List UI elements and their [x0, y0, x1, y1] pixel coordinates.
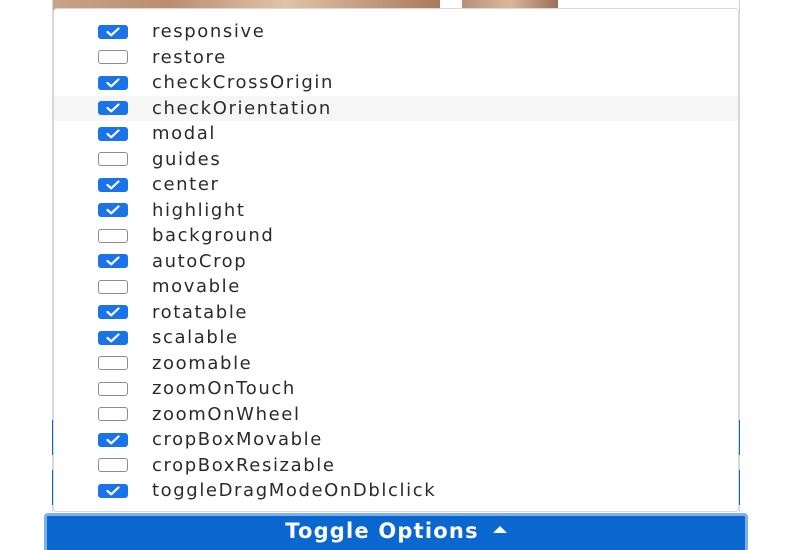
toggle-options-button[interactable]: Toggle Options — [44, 513, 748, 550]
checkbox-unchecked[interactable] — [98, 381, 128, 396]
checkmark-icon — [106, 486, 120, 496]
option-label: guides — [152, 148, 222, 170]
options-dropdown-menu: responsive restore checkCrossOrigin checkOr… — [53, 8, 739, 512]
option-item[interactable]: restore — [54, 45, 738, 71]
option-label: restore — [152, 46, 227, 68]
checkbox-checked[interactable] — [98, 305, 128, 320]
checkbox-checked[interactable] — [98, 177, 128, 192]
option-item[interactable]: scalable — [54, 325, 738, 351]
option-label: cropBoxResizable — [152, 454, 336, 476]
option-item[interactable]: rotatable — [54, 300, 738, 326]
option-label: responsive — [152, 21, 266, 43]
option-label: cropBoxMovable — [152, 429, 323, 451]
checkmark-icon — [106, 180, 120, 190]
option-item[interactable]: movable — [54, 274, 738, 300]
option-item[interactable]: responsive — [54, 19, 738, 45]
checkbox-checked[interactable] — [98, 432, 128, 447]
option-label: rotatable — [152, 301, 249, 323]
checkbox-checked[interactable] — [98, 101, 128, 116]
option-label: center — [152, 174, 220, 196]
checkmark-icon — [106, 307, 120, 317]
checkbox-checked[interactable] — [98, 330, 128, 345]
option-item[interactable]: center — [54, 172, 738, 198]
checkbox-checked[interactable] — [98, 75, 128, 90]
option-label: modal — [152, 123, 217, 145]
caret-up-icon — [492, 525, 507, 533]
option-item[interactable]: checkOrientation — [54, 95, 738, 121]
checkbox-unchecked[interactable] — [98, 279, 128, 294]
option-item[interactable]: autoCrop — [54, 249, 738, 275]
stage: responsive restore checkCrossOrigin checkOr… — [0, 0, 795, 550]
option-item[interactable]: toggleDragModeOnDblclick — [54, 478, 738, 504]
option-label: zoomable — [152, 352, 253, 374]
checkbox-unchecked[interactable] — [98, 152, 128, 167]
checkmark-icon — [106, 129, 120, 139]
option-label: background — [152, 225, 275, 247]
option-item[interactable]: guides — [54, 147, 738, 173]
checkmark-icon — [106, 435, 120, 445]
checkbox-checked[interactable] — [98, 254, 128, 269]
option-label: toggleDragModeOnDblclick — [152, 480, 437, 502]
checkbox-unchecked[interactable] — [98, 407, 128, 422]
option-item[interactable]: highlight — [54, 198, 738, 224]
option-item[interactable]: zoomable — [54, 351, 738, 377]
checkbox-unchecked[interactable] — [98, 50, 128, 65]
checkbox-checked[interactable] — [98, 24, 128, 39]
option-label: movable — [152, 276, 241, 298]
checkbox-checked[interactable] — [98, 483, 128, 498]
checkbox-unchecked[interactable] — [98, 228, 128, 243]
checkmark-icon — [106, 333, 120, 343]
option-item[interactable]: modal — [54, 121, 738, 147]
checkbox-checked[interactable] — [98, 203, 128, 218]
option-item[interactable]: zoomOnTouch — [54, 376, 738, 402]
checkmark-icon — [106, 27, 120, 37]
checkmark-icon — [106, 78, 120, 88]
checkmark-icon — [106, 205, 120, 215]
option-item[interactable]: zoomOnWheel — [54, 402, 738, 428]
option-item[interactable]: cropBoxResizable — [54, 453, 738, 479]
option-label: zoomOnWheel — [152, 403, 301, 425]
option-item[interactable]: checkCrossOrigin — [54, 70, 738, 96]
checkbox-checked[interactable] — [98, 126, 128, 141]
checkmark-icon — [106, 103, 120, 113]
toggle-options-label: Toggle Options — [285, 519, 479, 543]
option-label: checkCrossOrigin — [152, 72, 335, 94]
checkbox-unchecked[interactable] — [98, 356, 128, 371]
option-label: zoomOnTouch — [152, 378, 296, 400]
option-item[interactable]: background — [54, 223, 738, 249]
option-label: scalable — [152, 327, 239, 349]
option-label: checkOrientation — [152, 97, 332, 119]
option-label: autoCrop — [152, 250, 248, 272]
option-item[interactable]: cropBoxMovable — [54, 427, 738, 453]
checkbox-unchecked[interactable] — [98, 458, 128, 473]
option-label: highlight — [152, 199, 246, 221]
checkmark-icon — [106, 256, 120, 266]
